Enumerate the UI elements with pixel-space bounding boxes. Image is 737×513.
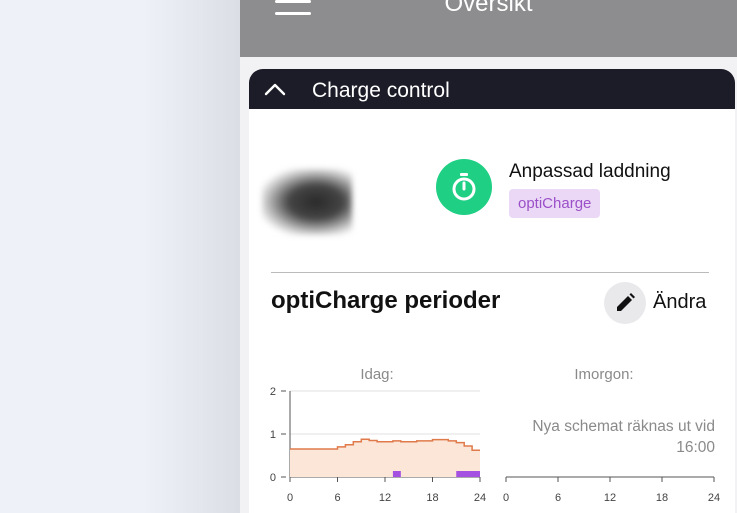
x-tick-label: 6 [555,492,561,504]
x-tick-label: 12 [379,492,391,504]
x-tick-label: 0 [503,492,509,504]
edit-label: Ändra [653,291,707,313]
x-tick-label: 18 [656,492,668,504]
edit-icon-button[interactable] [604,282,646,324]
charge-control-header[interactable]: Charge control [249,69,735,109]
x-tick-label: 12 [604,492,616,504]
y-tick-label: 0 [270,472,276,484]
top-bar: Översikt [240,0,737,57]
stopwatch-icon [436,159,492,215]
y-tick-label: 2 [270,386,276,398]
charge-mode-badge: optiCharge [509,189,601,218]
today-chart: 0120 6 12 18 24 [270,386,486,504]
vehicle-image [262,169,352,235]
pencil-icon [617,293,635,311]
periods-title: optiCharge perioder [271,287,501,314]
x-tick-label: 6 [334,492,340,504]
x-tick-label: 24 [708,492,720,504]
price-area [290,439,480,477]
x-tick-label: 24 [474,492,486,504]
edit-button[interactable]: Ändra [604,282,714,326]
charge-mode-title: Anpassad laddning [509,161,671,182]
charge-control-card: Charge control Anpassad laddning optiCha… [249,69,735,513]
page-title: Översikt [444,0,533,17]
card-title: Charge control [312,79,450,102]
chevron-up-icon[interactable] [264,82,286,96]
x-tick-label: 18 [426,492,438,504]
divider [271,272,709,273]
x-tick-label: 0 [287,492,293,504]
y-tick-label: 1 [270,429,276,441]
app-screen: Översikt Charge control Anpassad laddnin… [240,0,737,513]
tomorrow-chart: 0 6 12 18 24 [503,476,720,504]
background-panel [0,0,240,513]
charge-period-bar [392,471,401,477]
charge-period-bar [456,471,480,477]
